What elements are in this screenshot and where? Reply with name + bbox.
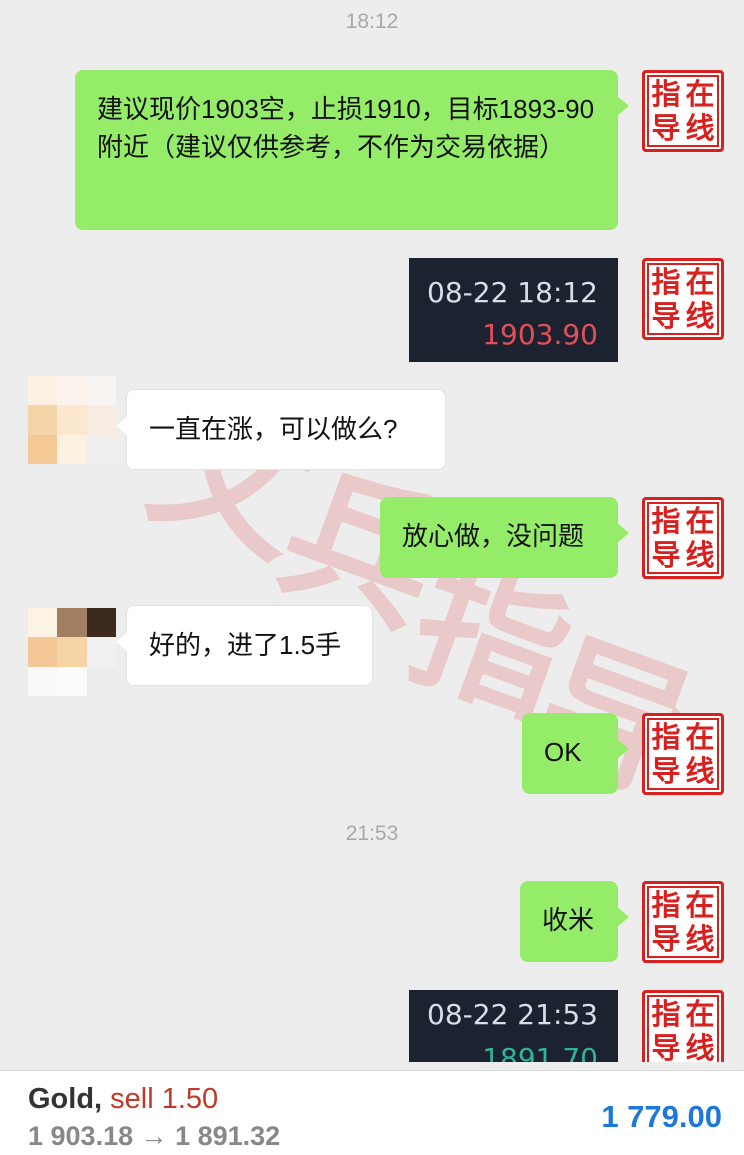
- message-text: 放心做，没问题: [402, 521, 585, 551]
- seal-char: 导: [651, 110, 681, 145]
- avatar[interactable]: 指 在 导 线: [642, 258, 724, 340]
- timestamp: 18:12: [345, 10, 399, 33]
- seal-char: 线: [685, 298, 715, 333]
- quote-time: 08-22 18:12: [427, 276, 598, 309]
- seal-char: 在: [685, 503, 715, 538]
- message-text: OK: [544, 737, 582, 767]
- quote-price: 1891.70: [482, 1042, 598, 1062]
- avatar[interactable]: 指 在 导 线: [642, 881, 724, 963]
- trade-summary-bar[interactable]: Gold, sell 1.50 1 903.18 → 1 891.32 1 77…: [0, 1070, 744, 1155]
- seal-char: 导: [651, 921, 681, 956]
- seal-char: 线: [685, 1030, 715, 1062]
- seal-char: 在: [685, 887, 715, 922]
- avatar[interactable]: [28, 376, 116, 464]
- price-route: 1 903.18 → 1 891.32: [28, 1121, 281, 1151]
- avatar[interactable]: [28, 608, 116, 696]
- avatar[interactable]: 指 在 导 线: [642, 713, 724, 795]
- seal-char: 在: [685, 996, 715, 1031]
- trade-profit: 1 779.00: [601, 1099, 722, 1134]
- message-bubble-outgoing[interactable]: 收米: [520, 881, 629, 962]
- seal-char: 导: [651, 1030, 681, 1062]
- seal-char: 指: [651, 719, 681, 754]
- seal-char: 线: [685, 537, 715, 572]
- message-bubble-incoming[interactable]: 好的，进了1.5手: [116, 605, 373, 686]
- seal-char: 指: [651, 76, 681, 111]
- message-text: 一直在涨，可以做么?: [149, 414, 398, 444]
- seal-char: 线: [685, 110, 715, 145]
- trade-side: sell 1.50: [110, 1083, 219, 1115]
- seal-char: 在: [685, 76, 715, 111]
- seal-char: 指: [651, 264, 681, 299]
- avatar[interactable]: 指 在 导 线: [642, 70, 724, 152]
- seal-char: 导: [651, 537, 681, 572]
- symbol-label: Gold,: [28, 1083, 103, 1115]
- seal-char: 线: [685, 921, 715, 956]
- quote-image[interactable]: 08-22 21:53 1891.70: [409, 990, 618, 1062]
- seal-char: 导: [651, 298, 681, 333]
- avatar[interactable]: 指 在 导 线: [642, 990, 724, 1062]
- seal-char: 线: [685, 753, 715, 788]
- timestamp: 21:53: [345, 822, 399, 845]
- message-bubble-outgoing[interactable]: 建议现价1903空，止损1910，目标1893-90附近（建议仅供参考，不作为交…: [75, 70, 629, 230]
- seal-char: 在: [685, 719, 715, 754]
- quote-image[interactable]: 08-22 18:12 1903.90: [409, 258, 618, 362]
- message-text: 好的，进了1.5手: [149, 630, 342, 660]
- message-bubble-incoming[interactable]: 一直在涨，可以做么?: [116, 389, 446, 470]
- seal-char: 指: [651, 503, 681, 538]
- watermark-char-4: 导: [512, 581, 727, 836]
- avatar[interactable]: 指 在 导 线: [642, 497, 724, 579]
- seal-char: 导: [651, 753, 681, 788]
- seal-char: 在: [685, 264, 715, 299]
- message-text: 建议现价1903空，止损1910，目标1893-90附近（建议仅供参考，不作为交…: [97, 94, 595, 162]
- message-bubble-outgoing[interactable]: OK: [522, 713, 629, 794]
- seal-char: 指: [651, 996, 681, 1031]
- message-text: 收米: [542, 905, 595, 935]
- quote-price: 1903.90: [482, 318, 598, 351]
- chat-area[interactable]: 文 兵 指 导 18:12 建议现价1903空，止损1910，目标1893-90…: [0, 0, 744, 1062]
- seal-char: 指: [651, 887, 681, 922]
- message-bubble-outgoing[interactable]: 放心做，没问题: [380, 497, 629, 578]
- quote-time: 08-22 21:53: [427, 998, 598, 1031]
- trade-symbol: Gold, sell 1.50: [28, 1083, 218, 1116]
